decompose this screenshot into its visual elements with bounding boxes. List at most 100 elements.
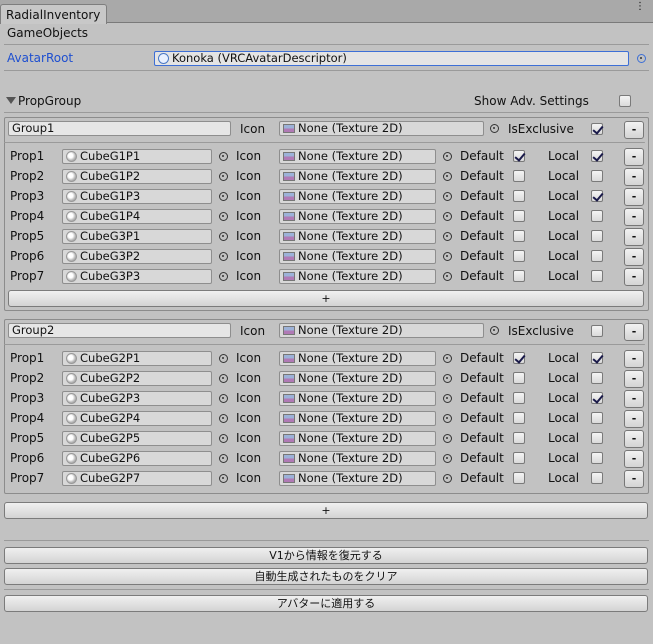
remove-prop-button[interactable]: - — [624, 208, 644, 226]
prop-object-field[interactable]: CubeG3P3 — [62, 269, 212, 284]
avatar-root-picker-icon[interactable] — [637, 54, 646, 63]
group-icon-field[interactable]: None (Texture 2D) — [279, 323, 484, 338]
prop-icon-picker-icon[interactable] — [443, 474, 452, 483]
remove-prop-button[interactable]: - — [624, 350, 644, 368]
prop-icon-picker-icon[interactable] — [443, 354, 452, 363]
prop-object-field[interactable]: CubeG1P2 — [62, 169, 212, 184]
local-checkbox[interactable] — [591, 230, 603, 242]
prop-icon-field[interactable]: None (Texture 2D) — [279, 269, 436, 284]
add-group-button[interactable]: + — [4, 502, 648, 519]
default-checkbox[interactable] — [513, 472, 525, 484]
local-checkbox[interactable] — [591, 472, 603, 484]
default-checkbox[interactable] — [513, 190, 525, 202]
prop-icon-picker-icon[interactable] — [443, 454, 452, 463]
prop-object-picker-icon[interactable] — [219, 374, 228, 383]
prop-object-field[interactable]: CubeG1P4 — [62, 209, 212, 224]
default-checkbox[interactable] — [513, 352, 525, 364]
group-icon-picker-icon[interactable] — [490, 326, 499, 335]
prop-icon-picker-icon[interactable] — [443, 172, 452, 181]
remove-prop-button[interactable]: - — [624, 450, 644, 468]
default-checkbox[interactable] — [513, 150, 525, 162]
prop-icon-field[interactable]: None (Texture 2D) — [279, 431, 436, 446]
prop-icon-picker-icon[interactable] — [443, 152, 452, 161]
prop-object-field[interactable]: CubeG2P7 — [62, 471, 212, 486]
remove-prop-button[interactable]: - — [624, 370, 644, 388]
remove-prop-button[interactable]: - — [624, 470, 644, 488]
prop-object-picker-icon[interactable] — [219, 192, 228, 201]
prop-object-picker-icon[interactable] — [219, 212, 228, 221]
kebab-menu-icon[interactable]: ⋮ — [635, 2, 645, 12]
prop-object-field[interactable]: CubeG1P3 — [62, 189, 212, 204]
prop-object-picker-icon[interactable] — [219, 152, 228, 161]
avatar-root-field[interactable]: Konoka (VRCAvatarDescriptor) — [154, 51, 629, 66]
prop-object-field[interactable]: CubeG2P3 — [62, 391, 212, 406]
prop-object-picker-icon[interactable] — [219, 454, 228, 463]
group-icon-picker-icon[interactable] — [490, 124, 499, 133]
prop-object-picker-icon[interactable] — [219, 232, 228, 241]
prop-object-field[interactable]: CubeG3P1 — [62, 229, 212, 244]
prop-icon-field[interactable]: None (Texture 2D) — [279, 249, 436, 264]
prop-object-picker-icon[interactable] — [219, 272, 228, 281]
local-checkbox[interactable] — [591, 452, 603, 464]
local-checkbox[interactable] — [591, 250, 603, 262]
default-checkbox[interactable] — [513, 452, 525, 464]
prop-object-field[interactable]: CubeG2P2 — [62, 371, 212, 386]
default-checkbox[interactable] — [513, 270, 525, 282]
prop-icon-picker-icon[interactable] — [443, 374, 452, 383]
prop-object-picker-icon[interactable] — [219, 394, 228, 403]
is-exclusive-checkbox[interactable] — [591, 123, 603, 135]
prop-icon-picker-icon[interactable] — [443, 232, 452, 241]
prop-icon-picker-icon[interactable] — [443, 252, 452, 261]
prop-icon-field[interactable]: None (Texture 2D) — [279, 169, 436, 184]
group-name-field[interactable]: Group1 — [8, 121, 231, 136]
local-checkbox[interactable] — [591, 412, 603, 424]
prop-icon-field[interactable]: None (Texture 2D) — [279, 391, 436, 406]
default-checkbox[interactable] — [513, 210, 525, 222]
default-checkbox[interactable] — [513, 230, 525, 242]
remove-prop-button[interactable]: - — [624, 148, 644, 166]
prop-icon-picker-icon[interactable] — [443, 212, 452, 221]
prop-object-field[interactable]: CubeG2P1 — [62, 351, 212, 366]
prop-icon-field[interactable]: None (Texture 2D) — [279, 209, 436, 224]
remove-prop-button[interactable]: - — [624, 268, 644, 286]
prop-object-picker-icon[interactable] — [219, 354, 228, 363]
prop-icon-picker-icon[interactable] — [443, 192, 452, 201]
apply-to-avatar-button[interactable]: アバターに適用する — [4, 595, 648, 612]
prop-icon-field[interactable]: None (Texture 2D) — [279, 471, 436, 486]
remove-prop-button[interactable]: - — [624, 390, 644, 408]
prop-object-field[interactable]: CubeG1P1 — [62, 149, 212, 164]
prop-icon-field[interactable]: None (Texture 2D) — [279, 351, 436, 366]
remove-prop-button[interactable]: - — [624, 168, 644, 186]
prop-object-picker-icon[interactable] — [219, 414, 228, 423]
show-adv-settings-checkbox[interactable] — [619, 95, 631, 107]
remove-prop-button[interactable]: - — [624, 410, 644, 428]
prop-icon-picker-icon[interactable] — [443, 414, 452, 423]
tab-radial-inventory[interactable]: RadialInventory — [0, 4, 107, 24]
foldout-arrow-icon[interactable] — [6, 97, 16, 104]
prop-object-picker-icon[interactable] — [219, 252, 228, 261]
default-checkbox[interactable] — [513, 432, 525, 444]
local-checkbox[interactable] — [591, 150, 603, 162]
prop-icon-picker-icon[interactable] — [443, 394, 452, 403]
prop-object-picker-icon[interactable] — [219, 434, 228, 443]
default-checkbox[interactable] — [513, 372, 525, 384]
prop-icon-field[interactable]: None (Texture 2D) — [279, 229, 436, 244]
local-checkbox[interactable] — [591, 170, 603, 182]
remove-group-button[interactable]: - — [624, 323, 644, 341]
prop-object-field[interactable]: CubeG3P2 — [62, 249, 212, 264]
is-exclusive-checkbox[interactable] — [591, 325, 603, 337]
remove-group-button[interactable]: - — [624, 121, 644, 139]
group-name-field[interactable]: Group2 — [8, 323, 231, 338]
local-checkbox[interactable] — [591, 190, 603, 202]
prop-object-field[interactable]: CubeG2P6 — [62, 451, 212, 466]
local-checkbox[interactable] — [591, 210, 603, 222]
remove-prop-button[interactable]: - — [624, 228, 644, 246]
remove-prop-button[interactable]: - — [624, 430, 644, 448]
default-checkbox[interactable] — [513, 412, 525, 424]
prop-icon-field[interactable]: None (Texture 2D) — [279, 411, 436, 426]
remove-prop-button[interactable]: - — [624, 248, 644, 266]
clear-generated-button[interactable]: 自動生成されたものをクリア — [4, 568, 648, 585]
default-checkbox[interactable] — [513, 250, 525, 262]
local-checkbox[interactable] — [591, 372, 603, 384]
prop-object-field[interactable]: CubeG2P5 — [62, 431, 212, 446]
